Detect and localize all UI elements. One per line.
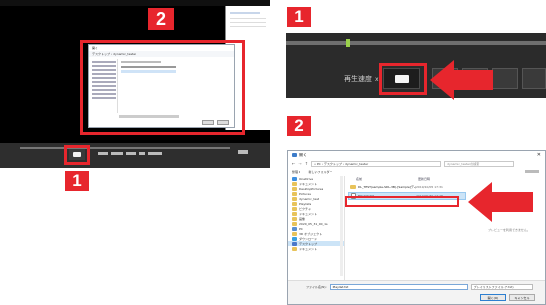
dialog-app-icon (292, 153, 297, 157)
next-icon[interactable] (126, 152, 136, 155)
file-list: 名前 更新日時 DL_TEST(sample-SDL-3B)-[Sample]デ… (348, 176, 466, 280)
repeat-speed-label: 再生速度 x1 (344, 74, 382, 84)
nav-item-label: 2020_05_31_00_1s (299, 221, 328, 226)
filename-input[interactable]: Playlist.txt (329, 284, 468, 290)
nav-item-label: デスクトップ (299, 241, 318, 246)
search-input[interactable]: dynamic_testerの検索 (444, 160, 515, 167)
folder-icon (292, 196, 297, 201)
desktop-icon (292, 241, 297, 246)
control-icons (98, 152, 162, 155)
nav-item-label: ピクチャ (299, 206, 311, 211)
folder-icon (292, 191, 297, 196)
address-row: ← → ↑ « PC › デスクトップ › dynamic_tester dyn… (288, 159, 545, 168)
fullscreen-icon[interactable] (238, 150, 248, 154)
cancel-button[interactable]: キャンセル (509, 294, 535, 301)
column-date[interactable]: 更新日時 (418, 177, 458, 181)
folder-icon (292, 206, 297, 211)
dialog-footer: ファイル名(N): Playlist.txt プレイリストファイル (*.txt… (288, 280, 545, 304)
folder-icon (292, 246, 297, 251)
nav-item-label: dynamic_test (299, 196, 320, 201)
folder-icon (292, 181, 297, 186)
nav-item-label: ダウンロード (299, 236, 318, 241)
filename-label: ファイル名(N): (306, 285, 327, 289)
nav-item-label: 3D オブジェクト (299, 231, 323, 236)
folder-icon (292, 216, 297, 221)
step-badge-2-right: 2 (287, 116, 311, 136)
control-button-3[interactable] (492, 68, 518, 89)
nav-scrollbar[interactable] (340, 176, 343, 276)
preview-message: プレビューを利用できません。 (488, 228, 530, 232)
back-icon[interactable]: ← (292, 161, 295, 166)
player-window: 開く デスクトップ › dynamic_tester (0, 0, 271, 168)
highlight-box-open (379, 63, 427, 95)
nav-item[interactable]: ドキュメント (288, 246, 344, 251)
address-bar[interactable]: « PC › デスクトップ › dynamic_tester (311, 160, 442, 167)
column-name[interactable]: 名前 (348, 177, 418, 181)
cloud-icon (292, 176, 297, 181)
open-button[interactable]: 開く(O) (480, 294, 506, 301)
navigation-pane: OneDrive ドキュメント DesktopPictures Pictures dyn… (288, 176, 345, 280)
up-icon[interactable]: ↑ (305, 161, 308, 166)
zoomed-seek-track[interactable] (286, 41, 546, 45)
file-row[interactable]: DL_TEST(sample-SDL-3B)-[Sample]ディレクトリ201… (348, 184, 466, 190)
pointer-arrow-bottom (468, 182, 533, 222)
close-icon[interactable]: ✕ (537, 152, 541, 158)
step-badge-1-left: 1 (65, 171, 89, 191)
column-header: 名前 更新日時 (348, 176, 466, 182)
step-badge-2-left: 2 (148, 8, 174, 30)
stop-icon[interactable] (139, 152, 145, 155)
dialog-toolbar: 整理 ▾ 新しいフォルダー (288, 168, 545, 175)
nav-item-label: 画像 (299, 216, 306, 221)
folder-icon (292, 231, 297, 236)
view-options-icon[interactable] (525, 170, 539, 173)
nav-item-label: ドキュメント (299, 181, 318, 186)
nav-item-label: PC (299, 226, 303, 231)
new-folder-button[interactable]: 新しいフォルダー (308, 170, 332, 174)
repeat-label-text: 再生速度 (344, 75, 372, 83)
folder-icon (292, 186, 297, 191)
dialog-titlebar: 開く ✕ (288, 151, 545, 159)
nav-item-label: ドキュメント (299, 211, 318, 216)
control-button-4[interactable] (522, 68, 546, 89)
highlight-box-dialog-small (80, 40, 245, 135)
file-date: 2019/10/05 17:31 (416, 185, 443, 189)
volume-icon[interactable] (148, 152, 162, 155)
zoomed-seek-handle[interactable] (346, 39, 350, 47)
folder-icon (292, 201, 297, 206)
nav-item-label: Playlists (299, 201, 312, 206)
forward-icon[interactable]: → (298, 161, 301, 166)
prev-icon[interactable] (98, 152, 108, 155)
folder-icon (350, 185, 356, 189)
pc-icon (292, 226, 297, 231)
nav-item-label: DesktopPictures (299, 186, 324, 191)
download-icon (292, 236, 297, 241)
highlight-box-file (345, 196, 459, 207)
nav-item-label: OneDrive (299, 176, 314, 181)
step-badge-1-right: 1 (287, 7, 311, 27)
filetype-select[interactable]: プレイリストファイル (*.txt) (470, 284, 533, 290)
folder-icon (292, 211, 297, 216)
organize-button[interactable]: 整理 ▾ (292, 170, 300, 174)
open-dialog: 開く ✕ ← → ↑ « PC › デスクトップ › dynamic_teste… (287, 150, 546, 305)
file-name: DL_TEST(sample-SDL-3B)-[Sample]ディレクトリ (358, 185, 416, 189)
nav-item-label: Pictures (299, 191, 311, 196)
seek-bar[interactable] (20, 147, 230, 149)
play-icon[interactable] (111, 152, 123, 155)
highlight-box-open-small (64, 145, 90, 165)
folder-icon (292, 221, 297, 226)
dialog-title: 開く (299, 153, 307, 157)
nav-item-label: ドキュメント (299, 246, 318, 251)
pointer-arrow-top (430, 60, 493, 100)
